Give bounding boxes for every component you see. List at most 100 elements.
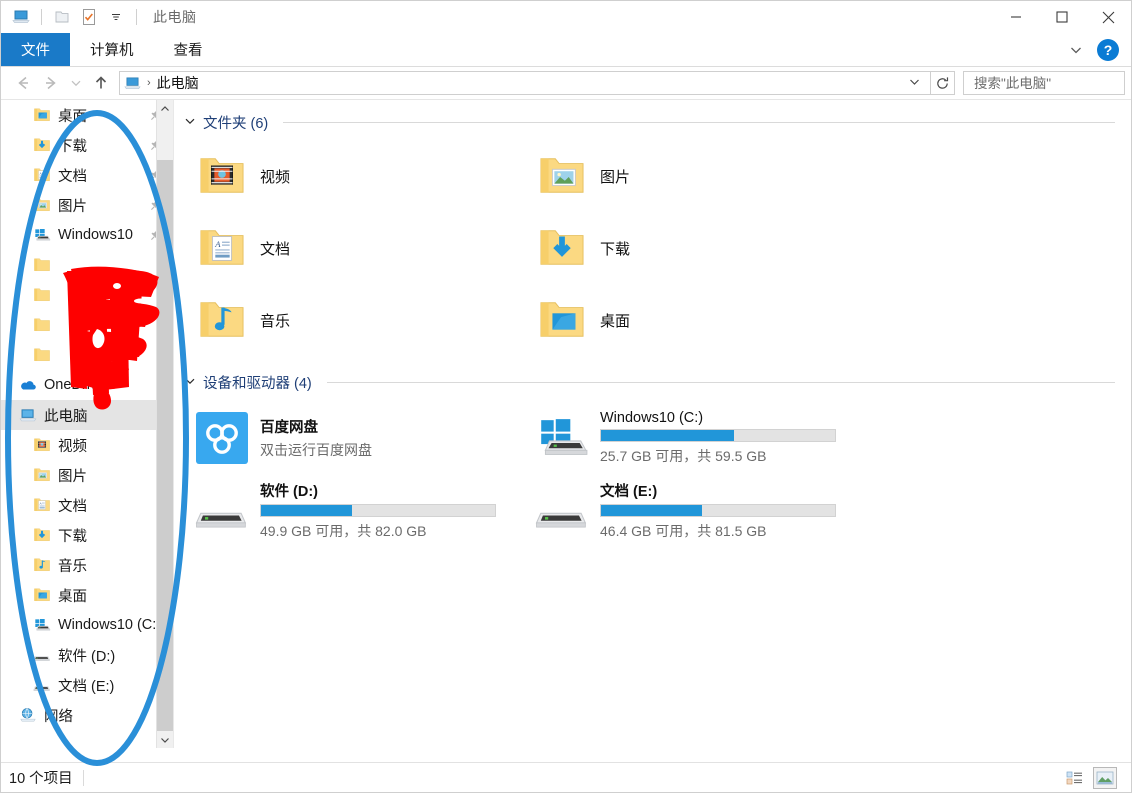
sidebar-item-[interactable]: A 文档 (1, 490, 173, 520)
toolbar-separator-1 (41, 9, 42, 25)
folder-tile[interactable]: 下载 (528, 212, 868, 284)
drive-usage-bar (600, 503, 836, 517)
up-button[interactable] (87, 69, 115, 97)
this-pc-icon[interactable] (11, 7, 31, 27)
folder-tile[interactable]: 音乐 (188, 284, 528, 356)
address-bar-row: › 此电脑 (1, 67, 1132, 100)
drive-tile[interactable]: 软件 (D:) 49.9 GB 可用，共 82.0 GB (188, 474, 528, 546)
drive-windows-icon (534, 414, 590, 462)
drives-group-header[interactable]: 设备和驱动器 (4) (174, 370, 1131, 394)
folder-tile[interactable]: 视频 (188, 140, 528, 212)
chevron-down-icon[interactable] (184, 375, 196, 390)
chevron-down-icon[interactable] (1063, 37, 1089, 63)
forward-button[interactable] (37, 69, 65, 97)
folder-pictures-icon (33, 196, 51, 214)
this-pc-icon (124, 76, 141, 91)
sidebar-item-label: 文档 (58, 498, 87, 515)
folders-group-header[interactable]: 文件夹 (6) (174, 110, 1131, 134)
folder-tile-label: 音乐 (260, 312, 291, 330)
maximize-button[interactable] (1039, 1, 1085, 33)
group-divider (283, 121, 1115, 123)
chevron-down-icon[interactable] (157, 731, 173, 748)
sidebar-item-[interactable]: 下载 (1, 130, 173, 160)
navigation-pane: 桌面 下载 A 文档 图片 Windows10 OneDrive 此电脑 视频 图片 A 文档 下载 音乐… (1, 100, 174, 748)
folder-videos-icon (33, 436, 51, 454)
minimize-button[interactable] (993, 1, 1039, 33)
folder-icon[interactable] (52, 7, 72, 27)
sidebar-item-onedrive[interactable]: OneDrive (1, 370, 173, 400)
drive-icon (194, 486, 250, 534)
folder-tile-label: 下载 (600, 240, 631, 258)
folder-tile-label: 桌面 (600, 312, 631, 330)
tab-file[interactable]: 文件 (1, 33, 70, 66)
sidebar-item-[interactable]: 视频 (1, 430, 173, 460)
sidebar-item-[interactable]: 图片 (1, 190, 173, 220)
group-divider (326, 381, 1115, 383)
search-box[interactable] (963, 71, 1132, 95)
search-input[interactable] (972, 74, 1132, 92)
sidebar-item-[interactable]: 图片 (1, 460, 173, 490)
drive-tile[interactable]: 百度网盘 双击运行百度网盘 (188, 402, 528, 474)
help-button[interactable]: ? (1097, 38, 1119, 61)
address-breadcrumb-bar[interactable]: › 此电脑 (119, 71, 931, 95)
drive-tile[interactable]: Windows10 (C:) 25.7 GB 可用，共 59.5 GB (528, 402, 868, 474)
drive-tile[interactable]: 文档 (E:) 46.4 GB 可用，共 81.5 GB (528, 474, 868, 546)
sidebar-item-[interactable]: 网络 (1, 700, 173, 730)
sidebar-item-label: Windows10 (58, 227, 133, 243)
toolbar-separator-2 (136, 9, 137, 25)
properties-icon[interactable] (79, 7, 99, 27)
sidebar-item-label: 图片 (58, 198, 87, 215)
sidebar-item-label: OneDrive (44, 377, 106, 393)
sidebar-item-label: 文档 (E:) (58, 678, 115, 695)
breadcrumb-separator: › (147, 77, 151, 89)
scrollbar-thumb[interactable] (157, 160, 173, 735)
folder-tile[interactable]: 图片 (528, 140, 868, 212)
drive-usage-bar (260, 503, 496, 517)
sidebar-item-[interactable]: 下载 (1, 520, 173, 550)
customize-dropdown-icon[interactable] (106, 7, 126, 27)
drive-name: Windows10 (C:) (600, 410, 704, 426)
sidebar-item-redacted-7[interactable] (1, 310, 173, 340)
sidebar-item-redacted-5[interactable] (1, 250, 173, 280)
breadcrumb-current[interactable]: 此电脑 (157, 73, 199, 93)
sidebar-item-label: 下载 (58, 138, 87, 155)
sidebar-item-redacted-6[interactable] (1, 280, 173, 310)
folder-download-icon (536, 222, 588, 274)
sidebar-item-[interactable]: 此电脑 (1, 400, 173, 430)
sidebar-item-windows10c[interactable]: Windows10 (C:) (1, 610, 173, 640)
sidebar-item-[interactable]: 桌面 (1, 100, 173, 130)
details-view-icon[interactable] (1063, 767, 1087, 789)
folder-tile[interactable]: A 文档 (188, 212, 528, 284)
window-title: 此电脑 (153, 9, 197, 25)
chevron-up-icon[interactable] (157, 100, 173, 117)
chevron-down-icon[interactable] (184, 115, 196, 130)
sidebar-item-e[interactable]: 文档 (E:) (1, 670, 173, 700)
sidebar-item-windows10[interactable]: Windows10 (1, 220, 173, 250)
breadcrumb[interactable]: › 此电脑 (124, 73, 199, 93)
sidebar-item-label: 网络 (44, 708, 73, 725)
folder-documents-icon: A (196, 222, 248, 274)
item-count-label: 10 个项目 (9, 771, 73, 787)
sidebar-item-d[interactable]: 软件 (D:) (1, 640, 173, 670)
sidebar-item-[interactable]: A 文档 (1, 160, 173, 190)
status-divider (82, 769, 84, 786)
folder-tile[interactable]: 桌面 (528, 284, 868, 356)
ribbon-right-controls: ? (1063, 33, 1125, 66)
close-button[interactable] (1085, 1, 1131, 33)
drives-group: 设备和驱动器 (4) 百度网盘 双击运行百度网盘 Windows10 (C:) 25.… (174, 370, 1131, 546)
sidebar-item-[interactable]: 音乐 (1, 550, 173, 580)
drive-name: 文档 (E:) (600, 483, 658, 500)
sidebar-item-redacted-8[interactable] (1, 340, 173, 370)
tab-view[interactable]: 查看 (154, 33, 223, 66)
recent-locations-button[interactable] (65, 69, 87, 97)
baidu-netdisk-icon (194, 412, 250, 464)
sidebar-item-[interactable]: 桌面 (1, 580, 173, 610)
refresh-button[interactable] (931, 71, 955, 95)
back-button[interactable] (9, 69, 37, 97)
tab-computer[interactable]: 计算机 (70, 33, 154, 66)
large-icons-view-icon[interactable] (1093, 766, 1117, 789)
drive-windows-icon (33, 616, 51, 634)
drive-name: 软件 (D:) (260, 483, 318, 500)
chevron-down-icon[interactable] (903, 76, 926, 90)
navigation-scrollbar[interactable] (156, 100, 173, 748)
